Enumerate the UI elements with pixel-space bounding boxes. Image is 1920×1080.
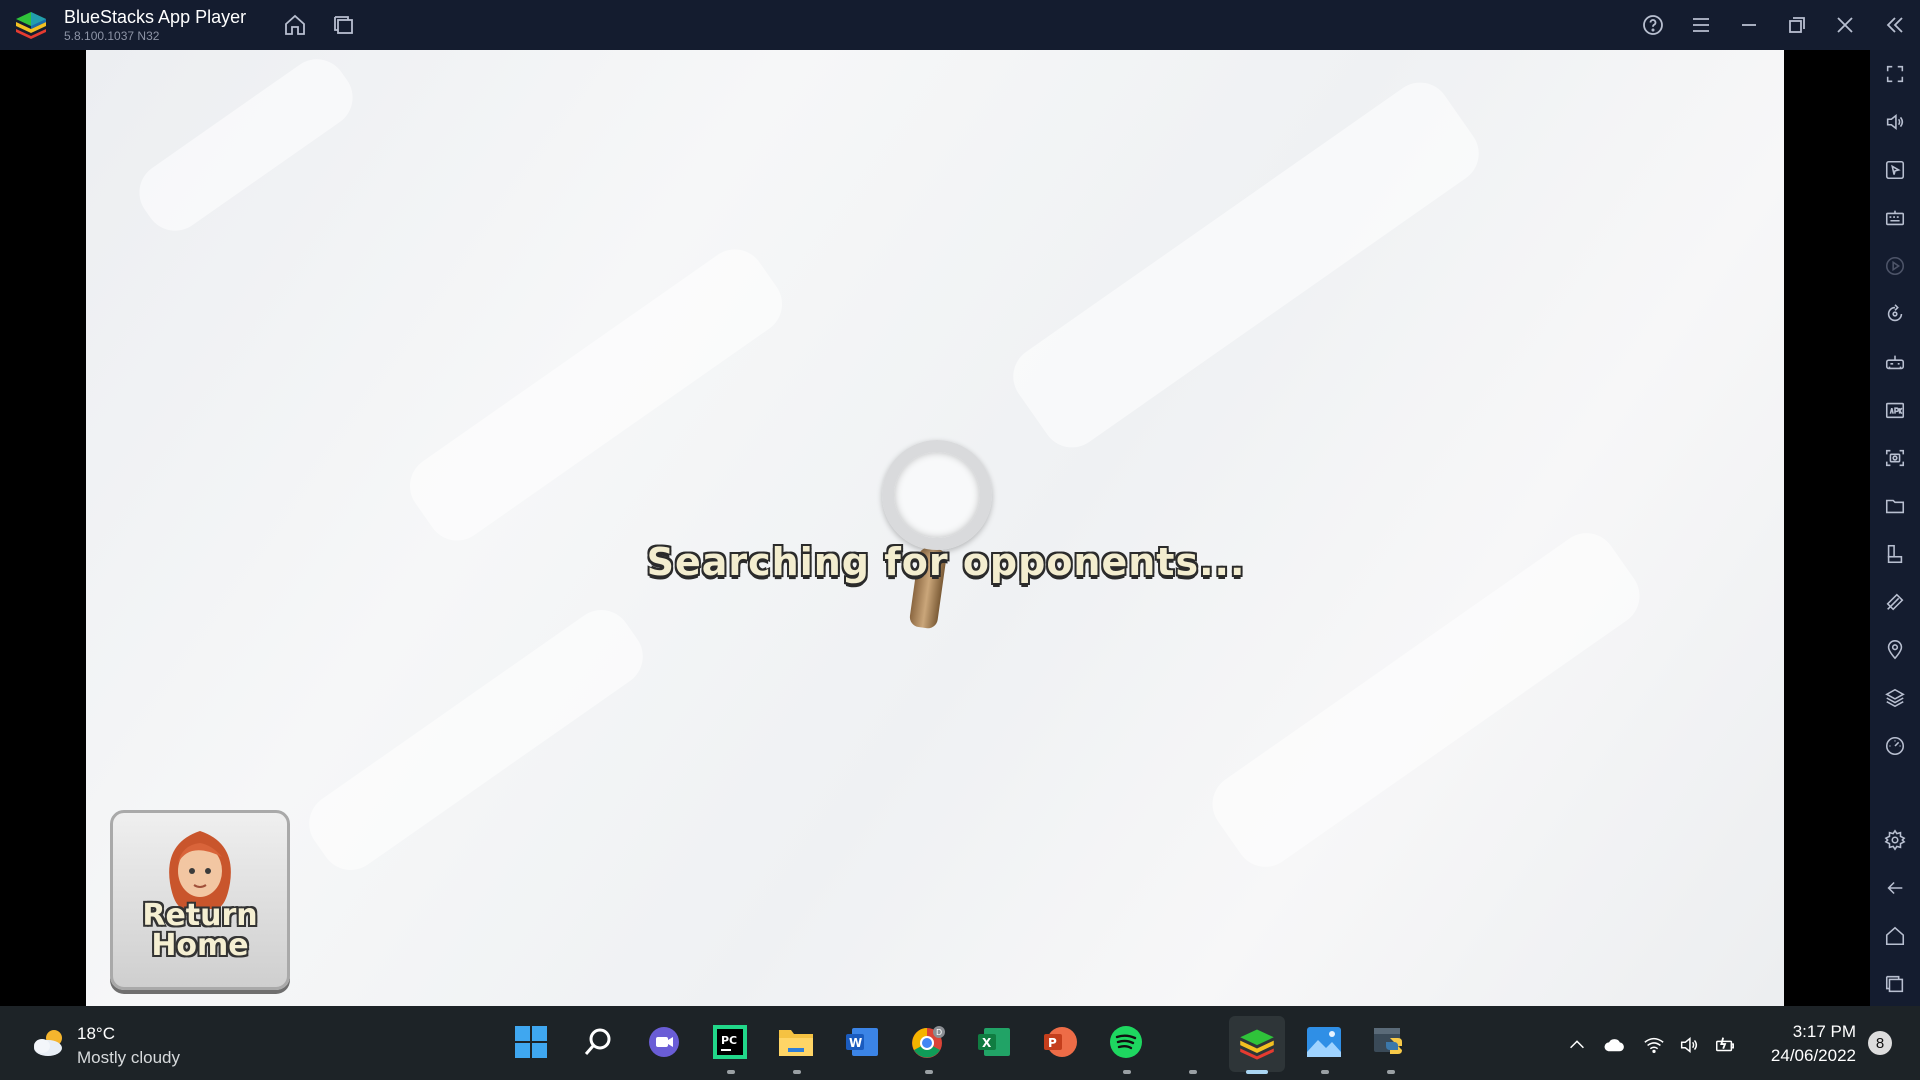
powerpoint-icon[interactable]: P — [1040, 1022, 1080, 1062]
settings-icon[interactable] — [1883, 828, 1907, 852]
onedrive-icon[interactable] — [1603, 1034, 1625, 1056]
multi-instance-icon[interactable] — [331, 12, 357, 38]
screenshot-icon[interactable] — [1883, 446, 1907, 470]
restore-icon[interactable] — [1784, 12, 1810, 38]
return-home-button[interactable]: Return Home — [110, 810, 290, 990]
python-icon[interactable] — [1370, 1022, 1410, 1062]
photos-icon[interactable] — [1304, 1022, 1344, 1062]
teams-icon[interactable] — [644, 1022, 684, 1062]
svg-text:P: P — [1048, 1036, 1057, 1050]
weather-description[interactable]: Mostly cloudy — [77, 1048, 180, 1068]
searching-text: Searching for opponents... — [646, 540, 1246, 584]
excel-icon[interactable]: X — [974, 1022, 1014, 1062]
back-icon[interactable] — [1883, 876, 1907, 900]
chevron-up-icon[interactable] — [1566, 1034, 1588, 1056]
fullscreen-icon[interactable] — [1883, 62, 1907, 86]
macro-play-icon[interactable] — [1883, 254, 1907, 278]
recent-apps-icon[interactable] — [1883, 972, 1907, 996]
return-home-label: Return Home — [113, 901, 287, 961]
folder-icon[interactable] — [1883, 494, 1907, 518]
game-screen[interactable]: Searching for opponents... Return Home — [86, 50, 1784, 1006]
return-home-line1: Return — [142, 898, 258, 933]
searching-overlay: Searching for opponents... — [646, 440, 1246, 700]
running-indicator — [1189, 1070, 1197, 1074]
right-toolbar — [1870, 50, 1920, 1006]
file-explorer-icon[interactable] — [776, 1022, 816, 1062]
layers-icon[interactable] — [1883, 686, 1907, 710]
running-indicator — [925, 1070, 933, 1074]
menu-icon[interactable] — [1688, 12, 1714, 38]
running-indicator — [1387, 1070, 1395, 1074]
svg-text:X: X — [982, 1036, 992, 1050]
home-icon[interactable] — [282, 12, 308, 38]
pycharm-icon[interactable]: PC — [710, 1022, 750, 1062]
background-streak — [1200, 521, 1652, 879]
word-icon[interactable]: W — [842, 1022, 882, 1062]
spotify-icon[interactable] — [1106, 1022, 1146, 1062]
keyboard-icon[interactable] — [1883, 206, 1907, 230]
return-home-line2: Home — [151, 928, 249, 963]
battery-charging-icon[interactable] — [1714, 1034, 1736, 1056]
background-streak — [297, 598, 655, 882]
active-indicator — [1246, 1070, 1268, 1074]
minimize-icon[interactable] — [1736, 12, 1762, 38]
eco-mode-icon[interactable] — [1883, 590, 1907, 614]
background-streak — [1001, 70, 1491, 460]
cloudy-weather-icon[interactable] — [30, 1026, 70, 1060]
magnifier-icon — [882, 440, 992, 550]
location-icon[interactable] — [1883, 638, 1907, 662]
close-icon[interactable] — [1832, 12, 1858, 38]
running-indicator — [1321, 1070, 1329, 1074]
clock-date[interactable]: 24/06/2022 — [1740, 1046, 1856, 1066]
background-streak — [127, 50, 365, 243]
window-title: BlueStacks App Player — [64, 7, 247, 27]
start-icon[interactable] — [511, 1022, 551, 1062]
multi-instance-manager-icon[interactable] — [1883, 542, 1907, 566]
windows-taskbar: 18°C Mostly cloudy PC W D X P 3:17 PM 24… — [0, 1006, 1920, 1080]
running-indicator — [727, 1070, 735, 1074]
collapse-sidebar-icon[interactable] — [1882, 12, 1908, 38]
notification-badge[interactable]: 8 — [1868, 1031, 1892, 1055]
volume-icon[interactable] — [1883, 110, 1907, 134]
rotate-icon[interactable] — [1883, 302, 1907, 326]
speaker-icon[interactable] — [1678, 1034, 1700, 1056]
app-version: 5.8.100.1037 N32 — [64, 29, 160, 43]
pointer-icon[interactable] — [1883, 158, 1907, 182]
bluestacks-icon[interactable] — [1229, 1016, 1285, 1072]
apk-icon[interactable] — [1883, 398, 1907, 422]
svg-text:W: W — [849, 1036, 862, 1050]
gamepad-icon[interactable] — [1883, 350, 1907, 374]
search-icon[interactable] — [578, 1022, 618, 1062]
chrome-icon[interactable]: D — [908, 1022, 948, 1062]
svg-text:D: D — [936, 1028, 942, 1037]
clock-time[interactable]: 3:17 PM — [1760, 1022, 1856, 1042]
running-indicator — [793, 1070, 801, 1074]
weather-temperature[interactable]: 18°C — [77, 1024, 115, 1044]
wifi-icon[interactable] — [1643, 1034, 1665, 1056]
performance-icon[interactable] — [1883, 734, 1907, 758]
running-indicator — [1123, 1070, 1131, 1074]
help-icon[interactable] — [1640, 12, 1666, 38]
title-bar: BlueStacks App Player 5.8.100.1037 N32 — [0, 0, 1920, 50]
bluestacks-logo-icon — [14, 10, 48, 40]
svg-text:PC: PC — [721, 1034, 737, 1047]
home-icon[interactable] — [1883, 924, 1907, 948]
